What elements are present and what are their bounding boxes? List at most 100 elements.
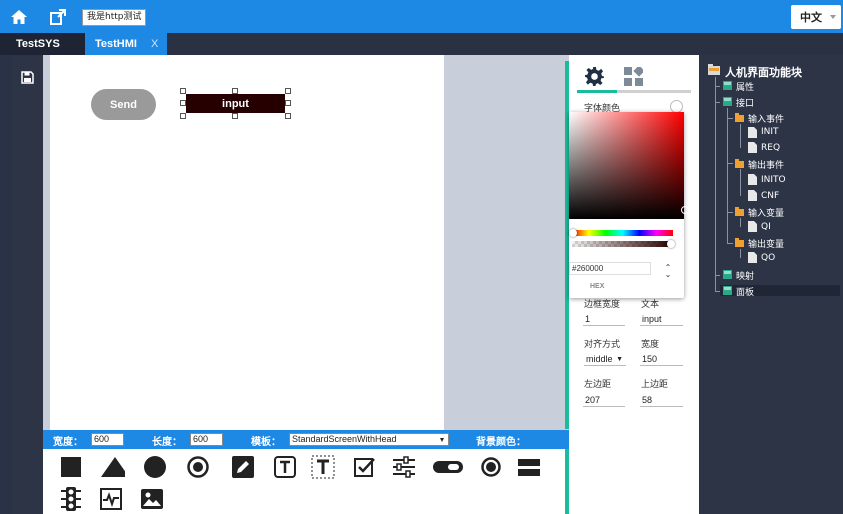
share-icon[interactable] bbox=[47, 6, 69, 28]
triangle-icon[interactable] bbox=[101, 455, 125, 479]
mode-toggle-icon[interactable]: ⌃ ⌄ bbox=[663, 264, 673, 279]
height-input[interactable]: 600 bbox=[190, 433, 223, 446]
width-label: 宽度： bbox=[53, 437, 83, 448]
tree-item-cnf[interactable]: CNF bbox=[761, 191, 779, 201]
root-folder-icon bbox=[708, 64, 720, 75]
text-box-icon[interactable] bbox=[273, 455, 297, 479]
tab-testhmi[interactable]: TestHMI X bbox=[85, 33, 167, 55]
circle-icon[interactable] bbox=[143, 455, 167, 479]
width-input[interactable]: 150 bbox=[640, 354, 683, 366]
color-picker-popup: #260000 ⌃ ⌄ HEX bbox=[569, 112, 689, 298]
top-margin-label: 上边距 bbox=[641, 380, 669, 390]
tree-item-init[interactable]: INIT bbox=[761, 127, 779, 137]
tree-line bbox=[715, 291, 720, 292]
home-icon[interactable] bbox=[8, 6, 30, 28]
template-value: StandardScreenWithHead bbox=[292, 434, 397, 444]
left-margin-input[interactable]: 207 bbox=[583, 395, 625, 407]
rectangle-icon[interactable] bbox=[59, 455, 83, 479]
tab-testsys[interactable]: TestSYS bbox=[0, 33, 85, 55]
file-icon bbox=[748, 190, 757, 201]
app-window: 我是http测试 中文 TestSYS TestHMI X Send input… bbox=[0, 0, 843, 514]
tree-line bbox=[715, 86, 720, 87]
tree-item-inito[interactable]: INITO bbox=[761, 175, 786, 185]
checkbox-icon[interactable] bbox=[353, 455, 377, 479]
leaf-icon bbox=[723, 270, 732, 279]
edit-icon[interactable] bbox=[231, 455, 255, 479]
alpha-slider-handle[interactable] bbox=[667, 240, 675, 248]
resize-handle[interactable] bbox=[232, 88, 238, 94]
tree-line bbox=[727, 163, 733, 164]
color-cursor[interactable] bbox=[681, 206, 689, 214]
hex-mode-label: HEX bbox=[590, 283, 605, 290]
language-select[interactable]: 中文 bbox=[791, 5, 841, 29]
resize-handle[interactable] bbox=[180, 100, 186, 106]
tree-item-qi[interactable]: QI bbox=[761, 222, 771, 232]
tree-line bbox=[727, 212, 733, 213]
tree-item-qo[interactable]: QO bbox=[761, 253, 775, 263]
toggle-switch-icon[interactable] bbox=[433, 455, 463, 479]
resize-handle[interactable] bbox=[180, 88, 186, 94]
panel-bar-icon[interactable] bbox=[517, 455, 541, 479]
top-bar: 我是http测试 中文 bbox=[0, 0, 843, 33]
resize-handle[interactable] bbox=[285, 100, 291, 106]
text-label-icon[interactable] bbox=[311, 455, 335, 479]
slider-settings-icon[interactable] bbox=[392, 455, 416, 479]
traffic-light-icon[interactable] bbox=[59, 487, 83, 511]
folder-icon bbox=[735, 238, 744, 247]
input-widget[interactable]: input bbox=[186, 94, 285, 113]
border-width-input[interactable]: 1 bbox=[583, 314, 625, 326]
image-icon[interactable] bbox=[140, 487, 164, 511]
top-margin-input[interactable]: 58 bbox=[640, 395, 683, 407]
tree-item-output-events[interactable]: 输出事件 bbox=[748, 158, 784, 171]
prop-tab-active-indicator bbox=[577, 90, 617, 93]
left-margin-label: 左边距 bbox=[584, 380, 612, 390]
tree-line bbox=[727, 243, 733, 244]
chevron-down-icon bbox=[830, 15, 836, 19]
tree-line bbox=[740, 124, 741, 148]
tree-item-input-vars[interactable]: 输入变量 bbox=[748, 206, 784, 219]
gear-icon[interactable] bbox=[585, 67, 604, 89]
send-button-widget[interactable]: Send bbox=[91, 89, 156, 120]
resize-handle[interactable] bbox=[285, 88, 291, 94]
tab-label: TestSYS bbox=[16, 38, 60, 50]
resize-handle[interactable] bbox=[285, 113, 291, 119]
tree-item-attributes[interactable]: 属性 bbox=[736, 80, 754, 93]
hex-input[interactable]: #260000 bbox=[569, 262, 651, 275]
canvas-settings-bar: 宽度： 600 长度： 600 模板： StandardScreenWithHe… bbox=[43, 430, 594, 449]
radio-button-icon[interactable] bbox=[186, 455, 210, 479]
hue-slider-handle[interactable] bbox=[569, 229, 577, 237]
saturation-value-area[interactable] bbox=[569, 112, 684, 219]
text-input[interactable]: input bbox=[640, 314, 683, 326]
align-value: middle bbox=[586, 354, 613, 364]
tree-line bbox=[740, 169, 741, 196]
tree-item-mapping[interactable]: 映射 bbox=[736, 269, 754, 282]
tree-root[interactable]: 人机界面功能块 bbox=[725, 64, 802, 80]
hue-slider[interactable] bbox=[572, 230, 673, 236]
left-toolbar bbox=[12, 55, 43, 514]
tree-item-input-events[interactable]: 输入事件 bbox=[748, 112, 784, 125]
chart-wave-icon[interactable] bbox=[99, 487, 123, 511]
align-select[interactable]: middle ▼ bbox=[584, 354, 626, 366]
tree-line bbox=[715, 102, 720, 103]
tree-item-interface[interactable]: 接口 bbox=[736, 96, 754, 109]
width-input[interactable]: 600 bbox=[91, 433, 124, 446]
widgets-icon[interactable] bbox=[624, 65, 645, 89]
radio-option-icon[interactable] bbox=[479, 455, 503, 479]
tree-item-panel[interactable]: 面板 bbox=[736, 285, 754, 298]
save-icon[interactable] bbox=[21, 71, 34, 84]
chevron-down-icon bbox=[440, 438, 444, 442]
leaf-icon bbox=[723, 286, 732, 295]
template-select[interactable]: StandardScreenWithHead bbox=[289, 433, 449, 446]
template-label: 模板： bbox=[251, 437, 281, 448]
align-label: 对齐方式 bbox=[584, 340, 621, 350]
tree-item-req[interactable]: REQ bbox=[761, 143, 780, 153]
resize-handle[interactable] bbox=[232, 113, 238, 119]
resize-handle[interactable] bbox=[180, 113, 186, 119]
http-test-button[interactable]: 我是http测试 bbox=[82, 9, 147, 26]
tree-item-output-vars[interactable]: 输出变量 bbox=[748, 237, 784, 250]
width-label: 宽度 bbox=[641, 340, 660, 350]
tree-line bbox=[715, 77, 716, 291]
tab-close-button[interactable]: X bbox=[151, 33, 158, 55]
tree-line bbox=[740, 249, 741, 258]
alpha-slider[interactable] bbox=[572, 241, 673, 247]
